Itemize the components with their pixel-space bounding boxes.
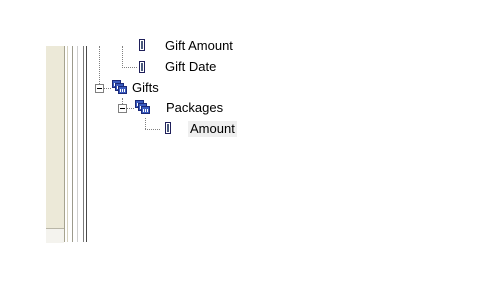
collapse-icon[interactable] [118, 104, 127, 113]
tree-view[interactable]: Gift Amount Gift Date Gifts Packages Amo… [87, 38, 500, 242]
tree-guide-line [145, 118, 146, 129]
tree-guide-line [145, 129, 160, 130]
tree-guide-line [99, 46, 100, 88]
splitter-line[interactable] [72, 46, 73, 242]
tree-node-label: Gifts [132, 80, 159, 95]
tree-node-label: Gift Amount [165, 38, 233, 53]
screen: Gift Amount Gift Date Gifts Packages Amo… [0, 0, 500, 281]
splitter-line [83, 46, 84, 242]
tree-guide-line [122, 46, 123, 68]
tree-guide-line [126, 108, 134, 109]
table-icon [112, 80, 128, 94]
tree-node-packages[interactable]: Packages [135, 100, 223, 116]
left-panel [46, 46, 64, 242]
field-icon [165, 122, 171, 134]
tree-node-label: Gift Date [165, 59, 217, 74]
tree-node-label: Packages [166, 100, 224, 115]
tree-guide-line [103, 88, 111, 89]
collapse-icon[interactable] [95, 84, 104, 93]
field-icon [139, 61, 145, 73]
splitter-line [67, 46, 68, 242]
tree-node-label: Amount [188, 121, 237, 137]
splitter-line [77, 46, 78, 242]
tree-node-gifts[interactable]: Gifts [112, 80, 159, 96]
table-icon [135, 100, 151, 114]
tree-guide-line [122, 67, 137, 68]
tree-node-gift-date[interactable]: Gift Date [139, 59, 216, 75]
tree-node-amount[interactable]: Amount [162, 121, 237, 137]
tree-node-gift-amount[interactable]: Gift Amount [139, 38, 233, 54]
left-panel-scroll-corner [46, 228, 64, 243]
field-icon [139, 39, 145, 51]
splitter-line [64, 46, 65, 242]
